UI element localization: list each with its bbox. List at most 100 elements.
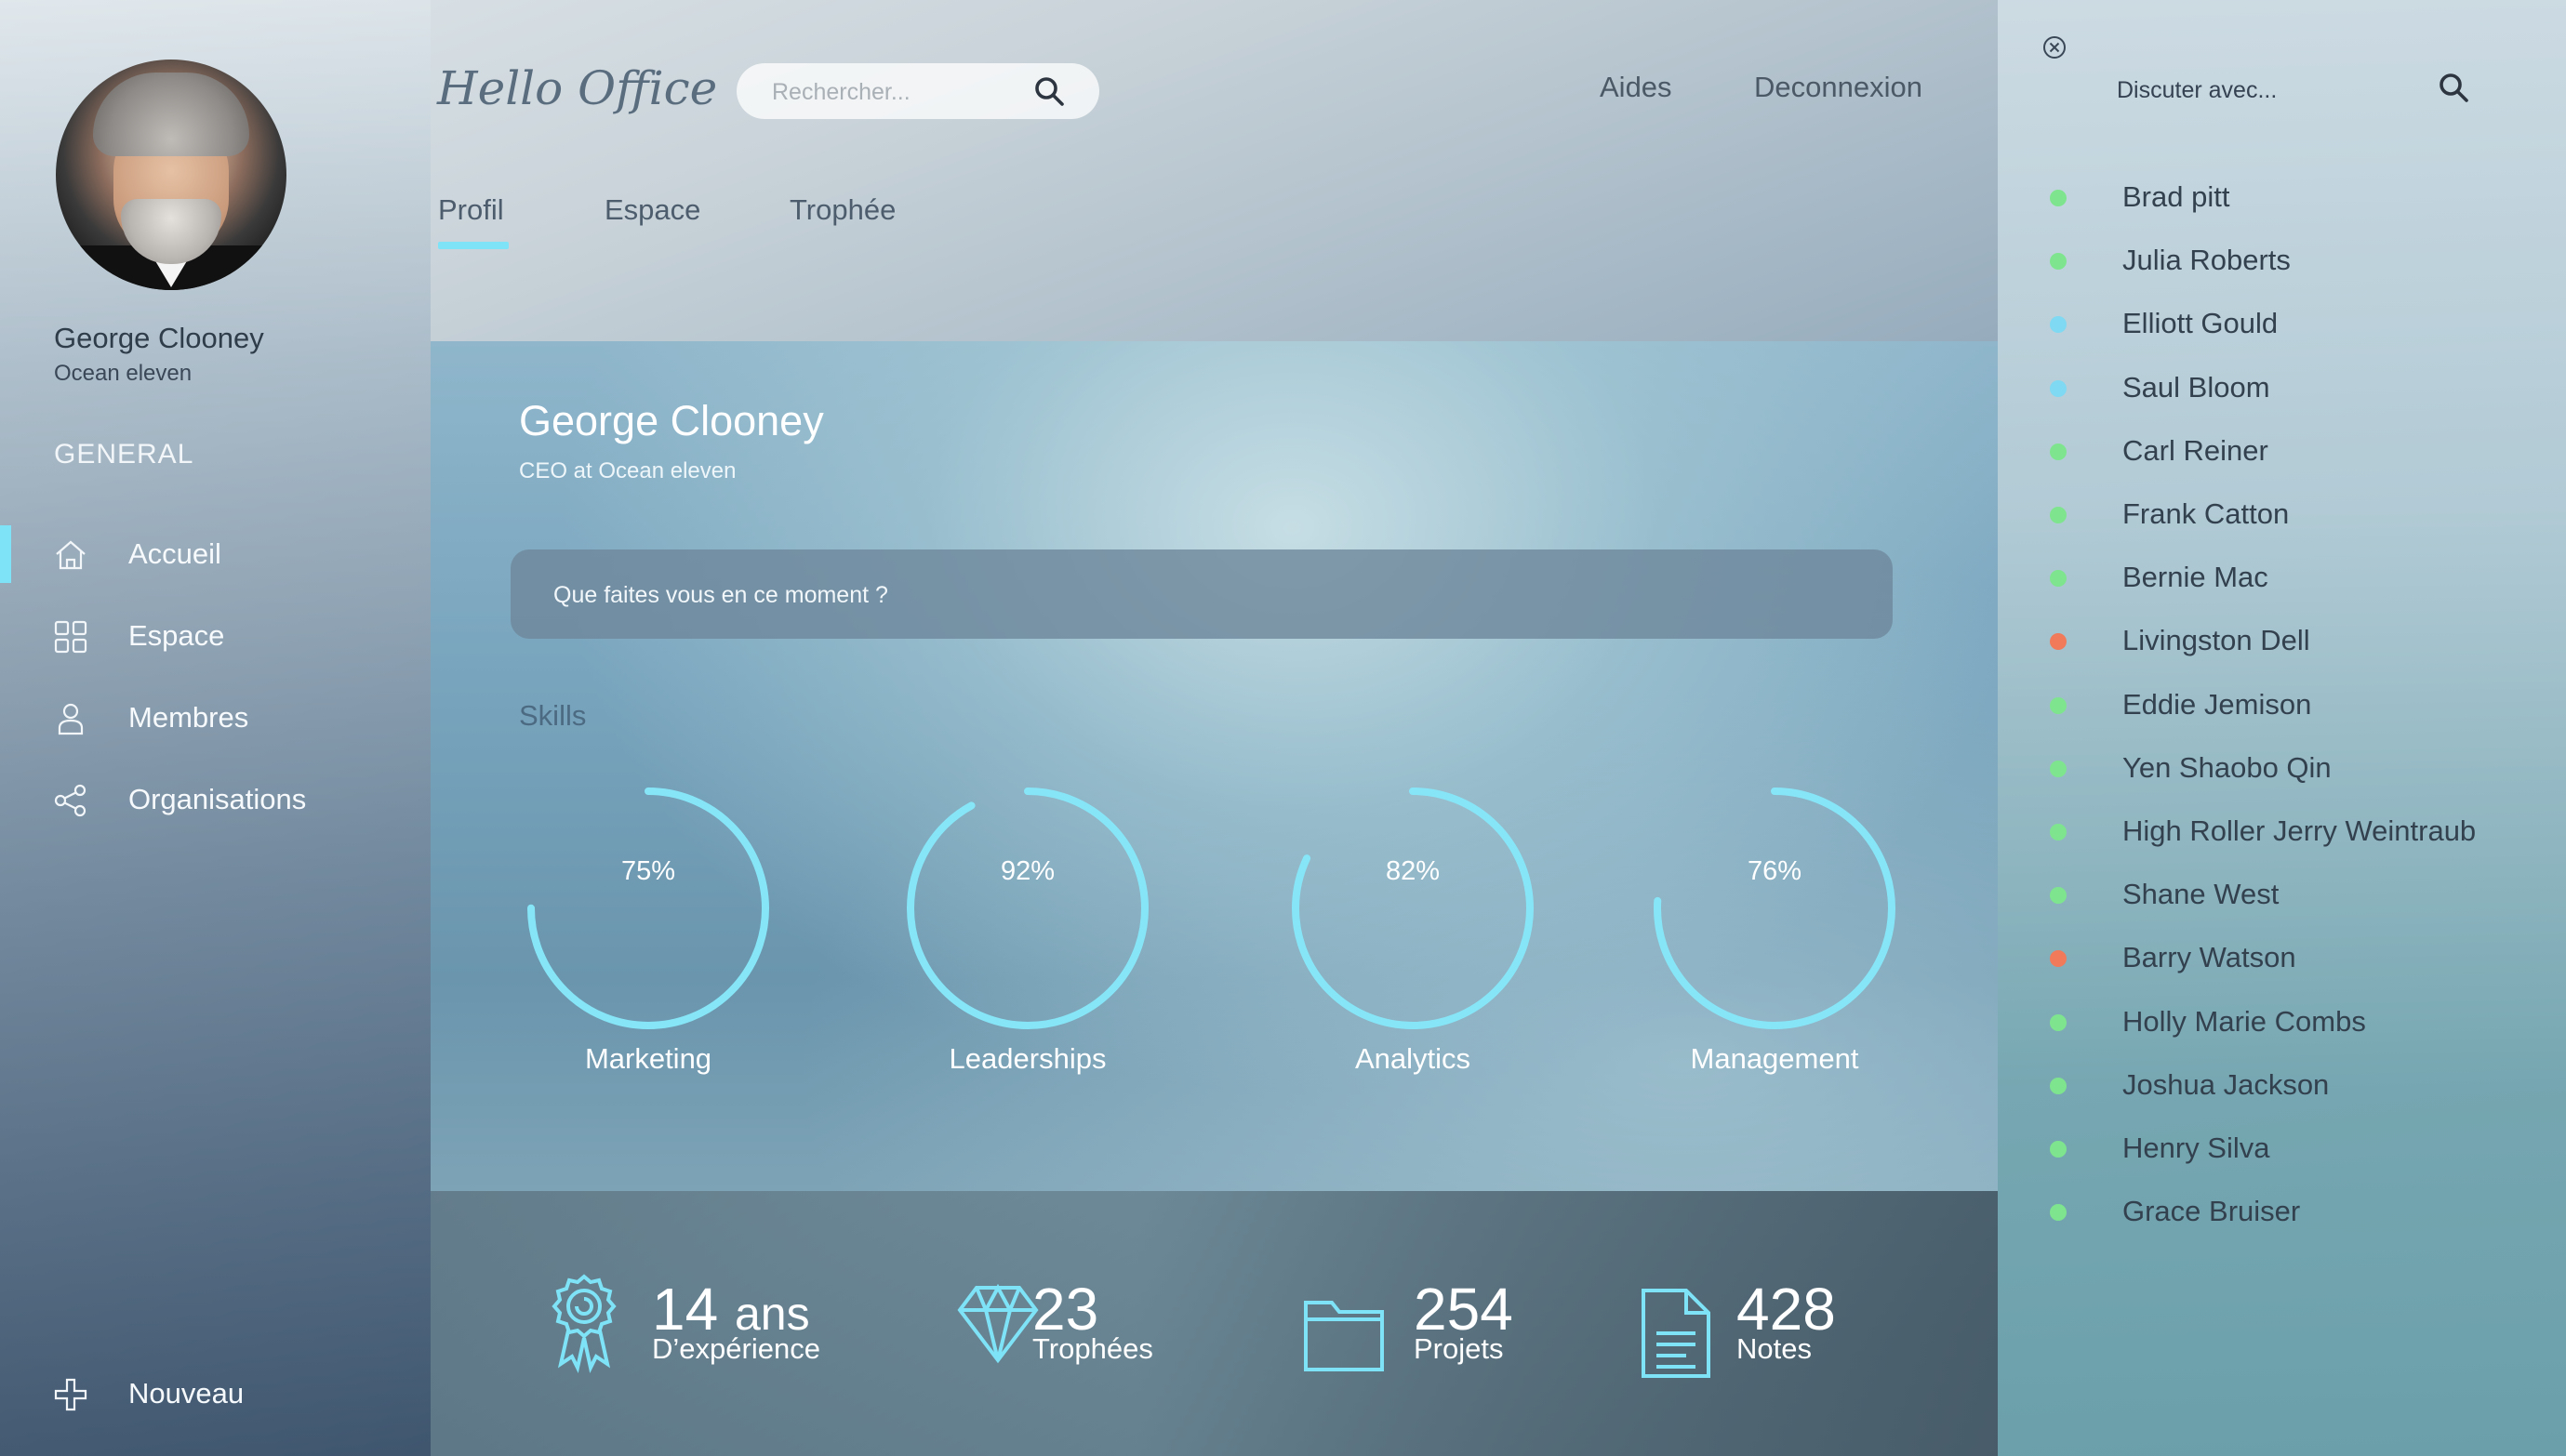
skill-ring <box>1654 788 1895 1029</box>
tab-trophee[interactable]: Trophée <box>790 193 896 227</box>
contact-name: Holly Marie Combs <box>2122 1004 2366 1038</box>
contact-item[interactable]: Shane West <box>1998 865 2566 920</box>
contact-item[interactable]: Frank Catton <box>1998 484 2566 540</box>
close-icon[interactable] <box>2042 35 2067 60</box>
chat-search-input[interactable] <box>2115 73 2453 108</box>
sidebar-item-label: Espace <box>128 619 225 652</box>
skill-percent: 75% <box>620 856 676 886</box>
chat-panel: Brad pitt Julia Roberts Elliott Gould Saul … <box>1998 0 2566 1456</box>
tab-profil[interactable]: Profil <box>438 193 509 249</box>
status-dot <box>2050 190 2067 206</box>
skill-percent: 76% <box>1747 856 1802 886</box>
contact-name: High Roller Jerry Weintraub <box>2122 814 2477 847</box>
user-name: George Clooney <box>54 322 264 354</box>
contact-name: Bernie Mac <box>2122 561 2268 594</box>
contact-item[interactable]: Yen Shaobo Qin <box>1998 738 2566 794</box>
status-dot <box>2050 696 2067 714</box>
skills-title: Skills <box>519 699 587 732</box>
skill-name: Marketing <box>584 1042 712 1075</box>
status-input[interactable] <box>552 572 1839 618</box>
status-dot <box>2050 507 2067 523</box>
contact-name: Julia Roberts <box>2122 244 2291 277</box>
document-icon <box>1642 1289 1710 1378</box>
sidebar-item-label: Accueil <box>128 537 221 570</box>
profile-panel: George Clooney CEO at Ocean eleven Skill… <box>431 341 1998 1191</box>
search-icon[interactable] <box>2437 71 2470 104</box>
help-link[interactable]: Aides <box>1600 71 1672 104</box>
contact-item[interactable]: Eddie Jemison <box>1998 675 2566 731</box>
skill-percent: 82% <box>1385 856 1441 886</box>
sidebar-item-label: Membres <box>128 701 249 734</box>
diamond-icon <box>957 1283 1039 1364</box>
status-dot <box>2050 1204 2067 1222</box>
folder-icon <box>1304 1301 1384 1371</box>
contact-item[interactable]: Saul Bloom <box>1998 358 2566 414</box>
status-dot <box>2050 824 2067 841</box>
contact-item[interactable]: Grace Bruiser <box>1998 1182 2566 1238</box>
profile-name: George Clooney <box>519 397 824 444</box>
sidebar-item-espace[interactable]: Espace <box>0 603 431 668</box>
contact-item[interactable]: Barry Watson <box>1998 928 2566 984</box>
logout-link[interactable]: Deconnexion <box>1754 71 1922 104</box>
stats-bar: 14 ans D’expérience 23 Trophées 254 Proj… <box>431 1191 1998 1456</box>
contact-item[interactable]: Bernie Mac <box>1998 548 2566 603</box>
contact-item[interactable]: Holly Marie Combs <box>1998 992 2566 1048</box>
share-icon <box>54 784 86 817</box>
contact-item[interactable]: Carl Reiner <box>1998 421 2566 477</box>
search-bar[interactable] <box>737 63 1099 119</box>
sidebar-item-accueil[interactable]: Accueil <box>0 522 431 587</box>
status-input-box[interactable] <box>511 549 1893 639</box>
contact-name: Frank Catton <box>2122 497 2290 530</box>
contact-name: Henry Silva <box>2122 1132 2270 1164</box>
status-dot <box>2050 633 2067 651</box>
avatar[interactable] <box>56 60 286 290</box>
contact-name: Brad pitt <box>2122 180 2230 213</box>
plus-icon <box>54 1378 87 1411</box>
status-dot <box>2050 1013 2067 1031</box>
skill-ring <box>1292 788 1534 1029</box>
contact-item[interactable]: Julia Roberts <box>1998 231 2566 286</box>
skill-ring <box>907 788 1149 1029</box>
user-subtitle: Ocean eleven <box>54 361 193 386</box>
profile-role: CEO at Ocean eleven <box>519 458 737 483</box>
status-dot <box>2050 379 2067 397</box>
contact-item[interactable]: Elliott Gould <box>1998 294 2566 350</box>
tab-label: Trophée <box>790 193 897 226</box>
contact-item[interactable]: High Roller Jerry Weintraub <box>1998 801 2566 857</box>
contact-name: Barry Watson <box>2122 941 2296 974</box>
stat-label: Trophées <box>1032 1332 1153 1365</box>
sidebar-item-membres[interactable]: Membres <box>0 685 431 750</box>
status-dot <box>2050 316 2067 334</box>
search-input[interactable] <box>770 73 1034 112</box>
search-icon[interactable] <box>1032 74 1066 108</box>
status-dot <box>2050 1077 2067 1094</box>
skill-name: Leaderships <box>949 1042 1107 1075</box>
contact-name: Eddie Jemison <box>2122 687 2312 721</box>
skill-analytics: 82% Analytics <box>1283 778 1543 1075</box>
tab-espace[interactable]: Espace <box>605 193 700 227</box>
contact-name: Yen Shaobo Qin <box>2122 750 2332 784</box>
new-button-label: Nouveau <box>128 1377 245 1410</box>
contact-item[interactable]: Livingston Dell <box>1998 611 2566 667</box>
stat-label: Projets <box>1414 1332 1504 1365</box>
tab-underline <box>438 242 509 249</box>
avatar-hair <box>93 73 249 156</box>
status-dot <box>2050 570 2067 588</box>
contact-name: Livingston Dell <box>2122 624 2310 657</box>
sidebar-item-organisations[interactable]: Organisations <box>0 767 431 832</box>
home-icon <box>56 540 86 570</box>
grid-icon <box>54 620 87 654</box>
skill-marketing: 75% Marketing <box>518 778 778 1075</box>
contact-item[interactable]: Henry Silva <box>1998 1118 2566 1174</box>
stat-label: D’expérience <box>652 1332 820 1365</box>
new-button[interactable]: Nouveau <box>0 1361 431 1426</box>
contact-item[interactable]: Joshua Jackson <box>1998 1055 2566 1111</box>
section-title: GENERAL <box>54 439 194 470</box>
sidebar-item-label: Organisations <box>128 783 307 815</box>
contact-name: Grace Bruiser <box>2122 1195 2301 1228</box>
tab-label: Profil <box>438 193 504 226</box>
stat-label: Notes <box>1736 1332 1812 1365</box>
contact-item[interactable]: Brad pitt <box>1998 167 2566 223</box>
status-dot <box>2050 1141 2067 1158</box>
app-logo[interactable]: Hello Office <box>437 61 717 115</box>
